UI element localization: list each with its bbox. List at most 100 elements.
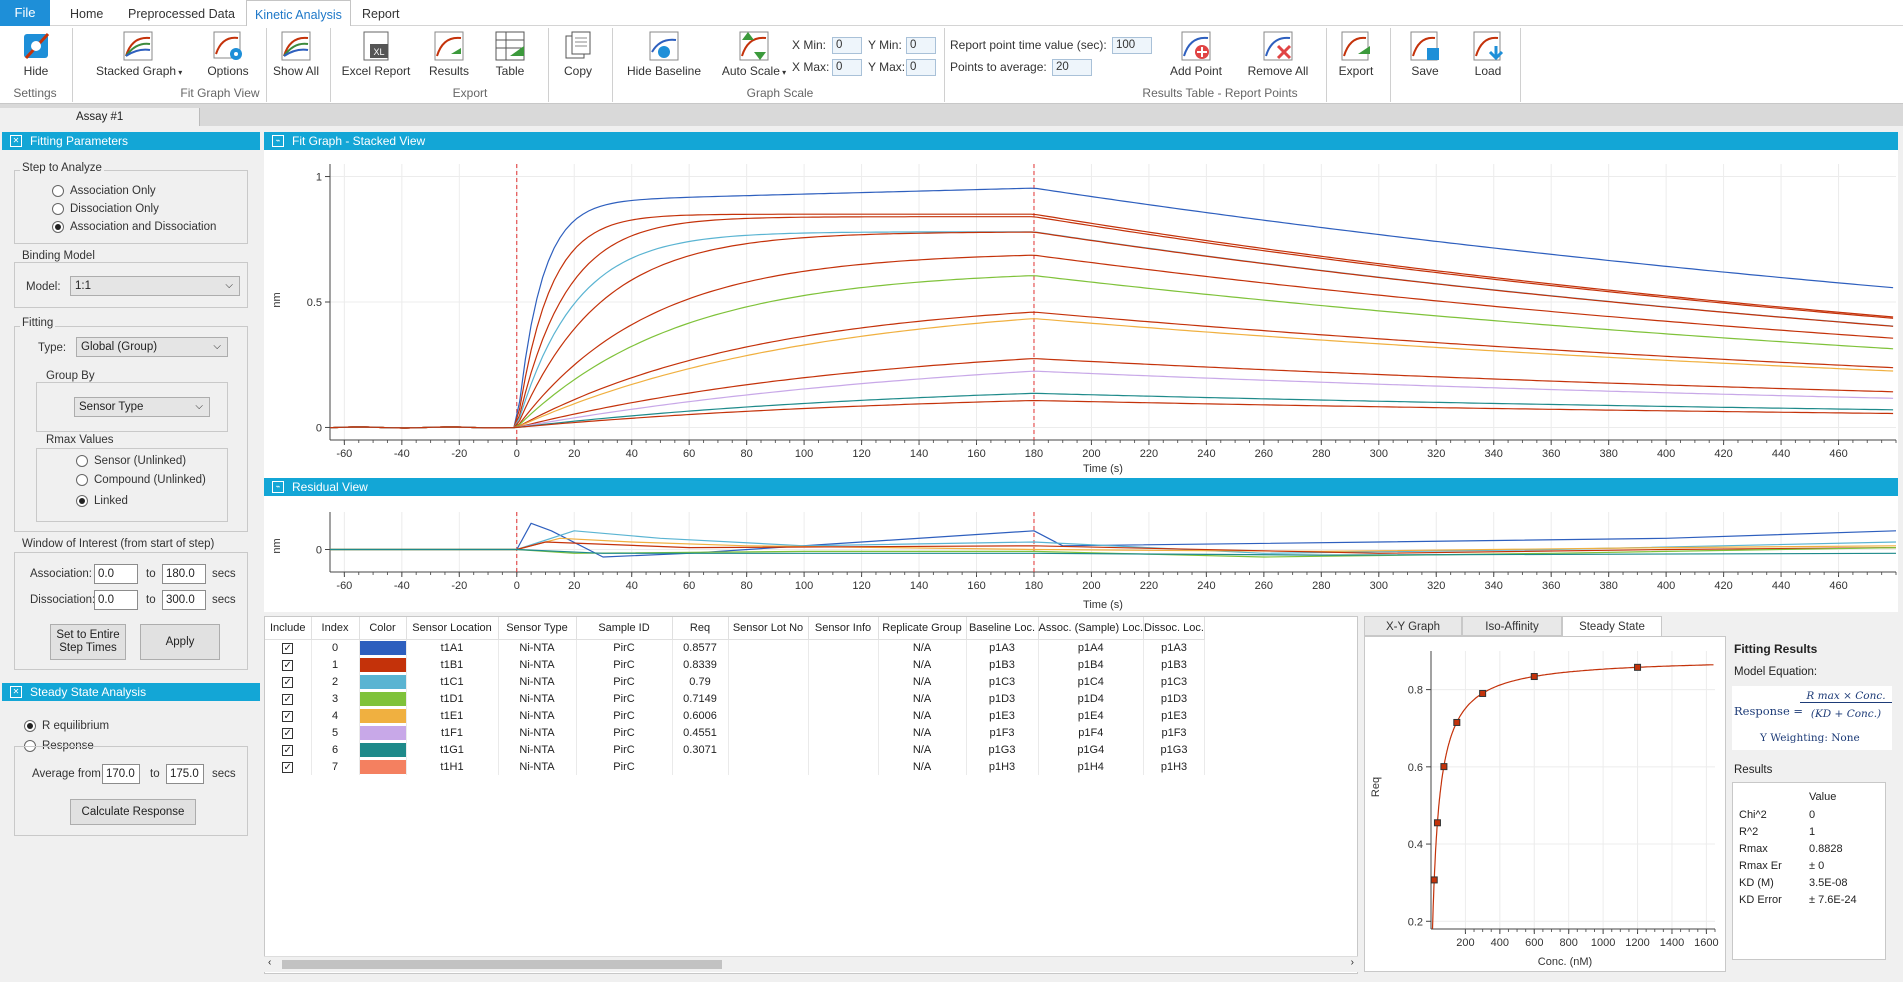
points-avg-input[interactable]: 20: [1052, 59, 1092, 76]
set-to-entire-step-times-button[interactable]: Set to Entire Step Times: [50, 624, 126, 660]
include-checkbox[interactable]: ✓: [282, 710, 294, 722]
radio-compound-unlinked[interactable]: Compound (Unlinked): [76, 474, 206, 487]
table-row[interactable]: ✓ 1 t1B1 Ni-NTA PirC 0.8339 N/A p1B3 p1B4 p1B3: [265, 656, 1205, 673]
tab-report[interactable]: Report: [354, 0, 408, 26]
steady-state-analysis-header[interactable]: ✕ Steady State Analysis: [2, 683, 260, 701]
show-all-button[interactable]: Show All: [272, 30, 320, 78]
stacked-graph-button[interactable]: Stacked Graph ▾: [96, 30, 182, 78]
dissociation-from-input[interactable]: 0.0: [94, 590, 138, 610]
include-checkbox[interactable]: ✓: [282, 676, 294, 688]
association-to-input[interactable]: 180.0: [162, 564, 206, 584]
copy-button[interactable]: Copy: [560, 30, 596, 78]
scrollbar-thumb[interactable]: [282, 960, 722, 969]
table-row[interactable]: ✓ 7 t1H1 Ni-NTA PirC N/A p1H3 p1H4 p1H3: [265, 758, 1205, 775]
column-header[interactable]: Dissoc. Loc.: [1143, 617, 1205, 640]
tab-kinetic-analysis[interactable]: Kinetic Analysis: [246, 0, 351, 27]
steady-state-chart[interactable]: 200 400 600 800 1000 1200 1400 1600 0.2 0.4 0.6 0.8…: [1365, 637, 1725, 971]
radio-dissociation-only[interactable]: Dissociation Only: [52, 203, 159, 216]
fit-graph-header[interactable]: ⌁ Fit Graph - Stacked View: [264, 132, 1898, 150]
table-button[interactable]: Table: [490, 30, 530, 78]
results-button[interactable]: Results: [426, 30, 472, 78]
dissociation-to-input[interactable]: 300.0: [162, 590, 206, 610]
horizontal-scrollbar[interactable]: ‹ ›: [264, 956, 1358, 972]
radio-r-equilibrium[interactable]: R equilibrium: [24, 720, 109, 733]
column-header[interactable]: Assoc. (Sample) Loc.: [1038, 617, 1145, 640]
column-header[interactable]: Color: [359, 617, 407, 640]
export-button[interactable]: Export: [1336, 30, 1376, 78]
hide-baseline-button[interactable]: Hide Baseline: [626, 30, 702, 78]
radio-association-only[interactable]: Association Only: [52, 185, 156, 198]
tab-xy-graph[interactable]: X-Y Graph: [1364, 616, 1462, 636]
auto-scale-button[interactable]: Auto Scale ▾: [720, 30, 788, 78]
column-header[interactable]: Sample ID: [576, 617, 673, 640]
ribbon-separator: [1520, 28, 1521, 102]
average-from-input[interactable]: 170.0: [102, 764, 140, 784]
fitting-type-select[interactable]: Global (Group) ⌵: [76, 337, 228, 357]
table-row[interactable]: ✓ 5 t1F1 Ni-NTA PirC 0.4551 N/A p1F3 p1F4 p1F3: [265, 724, 1205, 741]
save-button[interactable]: Save: [1404, 30, 1446, 78]
ymin-input[interactable]: 0: [906, 37, 936, 54]
include-checkbox[interactable]: ✓: [282, 693, 294, 705]
load-button[interactable]: Load: [1468, 30, 1508, 78]
column-header[interactable]: Sensor Lot No: [728, 617, 809, 640]
table-cell: t1C1: [406, 673, 499, 690]
table-row[interactable]: ✓ 4 t1E1 Ni-NTA PirC 0.6006 N/A p1E3 p1E4 p1E3: [265, 707, 1205, 724]
fit-graph-chart[interactable]: -60 -40 -20 0 20 40 60 80 100 120 140 160 180 200 220 2…: [264, 150, 1898, 478]
residual-view-header[interactable]: ⌁ Residual View: [264, 478, 1898, 496]
include-checkbox[interactable]: ✓: [282, 642, 294, 654]
add-point-button[interactable]: Add Point: [1166, 30, 1226, 78]
ymax-input[interactable]: 0: [906, 59, 936, 76]
column-header[interactable]: Baseline Loc.: [966, 617, 1039, 640]
table-cell: [808, 741, 879, 758]
table-row[interactable]: ✓ 3 t1D1 Ni-NTA PirC 0.7149 N/A p1D3 p1D4 p1D3: [265, 690, 1205, 707]
include-checkbox[interactable]: ✓: [282, 659, 294, 671]
file-menu[interactable]: File: [0, 0, 50, 26]
residual-chart[interactable]: -60 -40 -20 0 20 40 60 80 100 120 140 160 180 200 220 2…: [264, 496, 1898, 612]
x-tick-label: 40: [626, 580, 638, 592]
radio-linked[interactable]: Linked: [76, 495, 128, 508]
column-header[interactable]: Index: [311, 617, 360, 640]
tab-preprocessed-data[interactable]: Preprocessed Data: [120, 0, 243, 26]
table-row[interactable]: ✓ 2 t1C1 Ni-NTA PirC 0.79 N/A p1C3 p1C4 p1C3: [265, 673, 1205, 690]
column-header[interactable]: Sensor Location: [406, 617, 499, 640]
column-header[interactable]: Req: [672, 617, 729, 640]
model-label: Model:: [26, 281, 61, 293]
tab-home[interactable]: Home: [62, 0, 111, 26]
table-row[interactable]: ✓ 0 t1A1 Ni-NTA PirC 0.8577 N/A p1A3 p1A4 p1A3: [265, 639, 1205, 656]
table-row[interactable]: ✓ 6 t1G1 Ni-NTA PirC 0.3071 N/A p1G3 p1G4 p1G3: [265, 741, 1205, 758]
radio-sensor-unlinked[interactable]: Sensor (Unlinked): [76, 455, 186, 468]
include-checkbox[interactable]: ✓: [282, 744, 294, 756]
column-header[interactable]: Include: [265, 617, 312, 640]
options-button[interactable]: Options: [206, 30, 250, 78]
calculate-response-button[interactable]: Calculate Response: [70, 799, 196, 825]
scroll-left-icon[interactable]: ‹: [268, 957, 271, 968]
column-header[interactable]: Replicate Group: [878, 617, 967, 640]
xmin-input[interactable]: 0: [832, 37, 862, 54]
x-tick-label: -20: [451, 580, 467, 592]
report-time-input[interactable]: 100: [1112, 37, 1152, 54]
apply-button[interactable]: Apply: [140, 624, 220, 660]
include-checkbox[interactable]: ✓: [282, 727, 294, 739]
model-select[interactable]: 1:1 ⌵: [70, 276, 240, 296]
chevron-down-icon: ⌵: [195, 401, 203, 412]
scroll-right-icon[interactable]: ›: [1351, 957, 1354, 968]
radio-association-and-dissociation[interactable]: Association and Dissociation: [52, 221, 216, 234]
hide-button[interactable]: Hide: [16, 30, 56, 78]
average-to-input[interactable]: 175.0: [166, 764, 204, 784]
table-cell: Ni-NTA: [498, 690, 577, 707]
tab-iso-affinity[interactable]: Iso-Affinity: [1462, 616, 1562, 636]
tab-assay-1[interactable]: Assay #1: [0, 108, 200, 126]
table-cell: [808, 690, 879, 707]
table-cell: p1D3: [966, 690, 1039, 707]
excel-report-button[interactable]: XL Excel Report: [340, 30, 412, 78]
column-header[interactable]: Sensor Info: [808, 617, 879, 640]
column-header[interactable]: Sensor Type: [498, 617, 577, 640]
tab-steady-state[interactable]: Steady State: [1562, 616, 1662, 636]
include-checkbox[interactable]: ✓: [282, 761, 294, 773]
x-tick-label: -60: [336, 448, 352, 460]
association-from-input[interactable]: 0.0: [94, 564, 138, 584]
group-by-select[interactable]: Sensor Type ⌵: [74, 397, 210, 417]
xmax-input[interactable]: 0: [832, 59, 862, 76]
remove-all-button[interactable]: Remove All: [1246, 30, 1310, 78]
fitting-parameters-header[interactable]: ✕ Fitting Parameters: [2, 132, 260, 150]
